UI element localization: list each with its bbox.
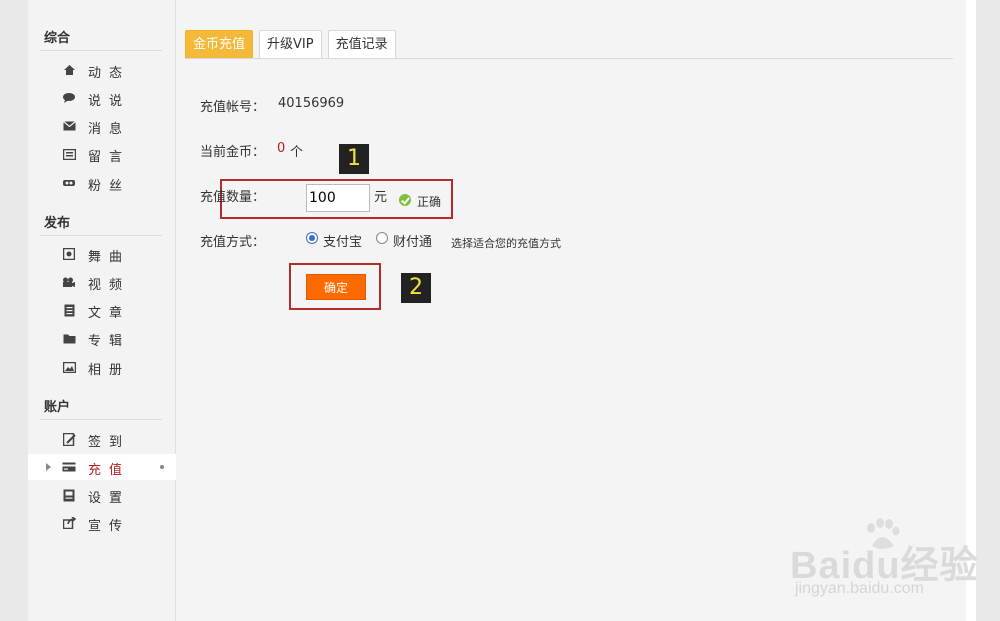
radio-alipay-label[interactable]: 支付宝 (323, 231, 362, 250)
sidebar-item-label: 粉丝 (88, 179, 131, 194)
section-title-general: 综合 (44, 31, 71, 46)
section-divider (40, 235, 162, 236)
radio-tenpay[interactable] (376, 232, 388, 244)
sidebar-item-messages[interactable]: 消息 (28, 113, 176, 139)
image-icon (62, 360, 76, 374)
folder-icon (62, 331, 76, 345)
sidebar-item-label: 文章 (88, 306, 131, 321)
checkin-icon (62, 432, 76, 446)
coins-value: 0 (277, 141, 286, 156)
sidebar-item-recharge[interactable]: 充值 (28, 454, 176, 480)
amount-label: 充值数量： (200, 190, 266, 205)
sidebar-item-settings[interactable]: 设置 (28, 482, 176, 508)
sidebar-item-label: 留言 (88, 150, 131, 165)
sidebar-item-label: 说说 (88, 94, 131, 109)
coins-unit: 个 (290, 145, 304, 160)
section-divider (40, 50, 162, 51)
sidebar-item-albums[interactable]: 专辑 (28, 325, 176, 351)
amount-unit: 元 (374, 190, 388, 205)
sidebar-item-fans[interactable]: 粉丝 (28, 170, 176, 196)
tab-recharge-history[interactable]: 充值记录 (327, 30, 396, 58)
sidebar-item-label: 舞曲 (88, 250, 131, 265)
sidebar-item-photos[interactable]: 相册 (28, 354, 176, 380)
sidebar-item-music[interactable]: 舞曲 (28, 241, 176, 267)
sidebar-item-label: 动态 (88, 66, 131, 81)
settings-icon (62, 488, 76, 502)
sidebar-item-label: 相册 (88, 363, 131, 378)
sidebar-item-checkin[interactable]: 签到 (28, 426, 176, 452)
active-arrow-icon (46, 463, 51, 471)
step-marker-2: 2 (401, 273, 431, 303)
radio-alipay[interactable] (306, 232, 318, 244)
check-icon (399, 194, 411, 206)
sidebar-item-articles[interactable]: 文章 (28, 297, 176, 323)
sidebar-item-video[interactable]: 视频 (28, 269, 176, 295)
message-board-icon (62, 147, 76, 161)
sidebar-item-label: 签到 (88, 435, 131, 450)
share-icon (62, 516, 76, 530)
sidebar-item-posts[interactable]: 说说 (28, 85, 176, 111)
sidebar: 综合 动态 说说 消息 留言 粉丝 发布 舞曲 视频 文章 专辑 相册 账户 签… (28, 0, 176, 621)
fans-icon (62, 176, 76, 190)
section-divider (40, 419, 162, 420)
sidebar-item-label: 设置 (88, 491, 131, 506)
section-title-account: 账户 (44, 400, 71, 415)
method-hint: 选择适合您的充值方式 (451, 237, 561, 250)
page: 综合 动态 说说 消息 留言 粉丝 发布 舞曲 视频 文章 专辑 相册 账户 签… (28, 0, 978, 621)
home-icon (62, 63, 76, 77)
tab-upgrade-vip[interactable]: 升级VIP (259, 30, 322, 58)
sidebar-item-label: 视频 (88, 278, 131, 293)
video-camera-icon (62, 275, 76, 289)
method-label: 充值方式： (200, 235, 266, 250)
confirm-button[interactable]: 确定 (306, 274, 366, 300)
account-value: 40156969 (278, 96, 345, 111)
step-marker-1: 1 (339, 144, 369, 174)
tab-divider (185, 58, 953, 59)
sidebar-item-promote[interactable]: 宣传 (28, 510, 176, 536)
tab-bar: 金币充值 升级VIP 充值记录 (185, 30, 402, 58)
sidebar-item-label: 宣传 (88, 519, 131, 534)
sidebar-item-label: 充值 (88, 463, 131, 478)
coins-label: 当前金币： (200, 145, 266, 160)
sidebar-item-feed[interactable]: 动态 (28, 57, 176, 83)
sidebar-item-guestbook[interactable]: 留言 (28, 141, 176, 167)
envelope-icon (62, 119, 76, 133)
active-dot-icon (160, 465, 164, 469)
baidu-watermark: Baidu经验 jingyan.baidu.com (790, 518, 980, 608)
tab-coin-recharge[interactable]: 金币充值 (185, 30, 254, 58)
watermark-url: jingyan.baidu.com (795, 580, 924, 597)
account-label: 充值帐号： (200, 100, 266, 115)
amount-input[interactable] (306, 184, 370, 212)
validation-text: 正确 (417, 195, 442, 209)
sidebar-item-label: 专辑 (88, 334, 131, 349)
music-icon (62, 247, 76, 261)
card-icon (62, 460, 76, 474)
section-title-publish: 发布 (44, 216, 71, 231)
chat-icon (62, 91, 76, 105)
sidebar-item-label: 消息 (88, 122, 131, 137)
active-notch (168, 454, 176, 480)
radio-tenpay-label[interactable]: 财付通 (393, 231, 432, 250)
document-icon (62, 303, 76, 317)
